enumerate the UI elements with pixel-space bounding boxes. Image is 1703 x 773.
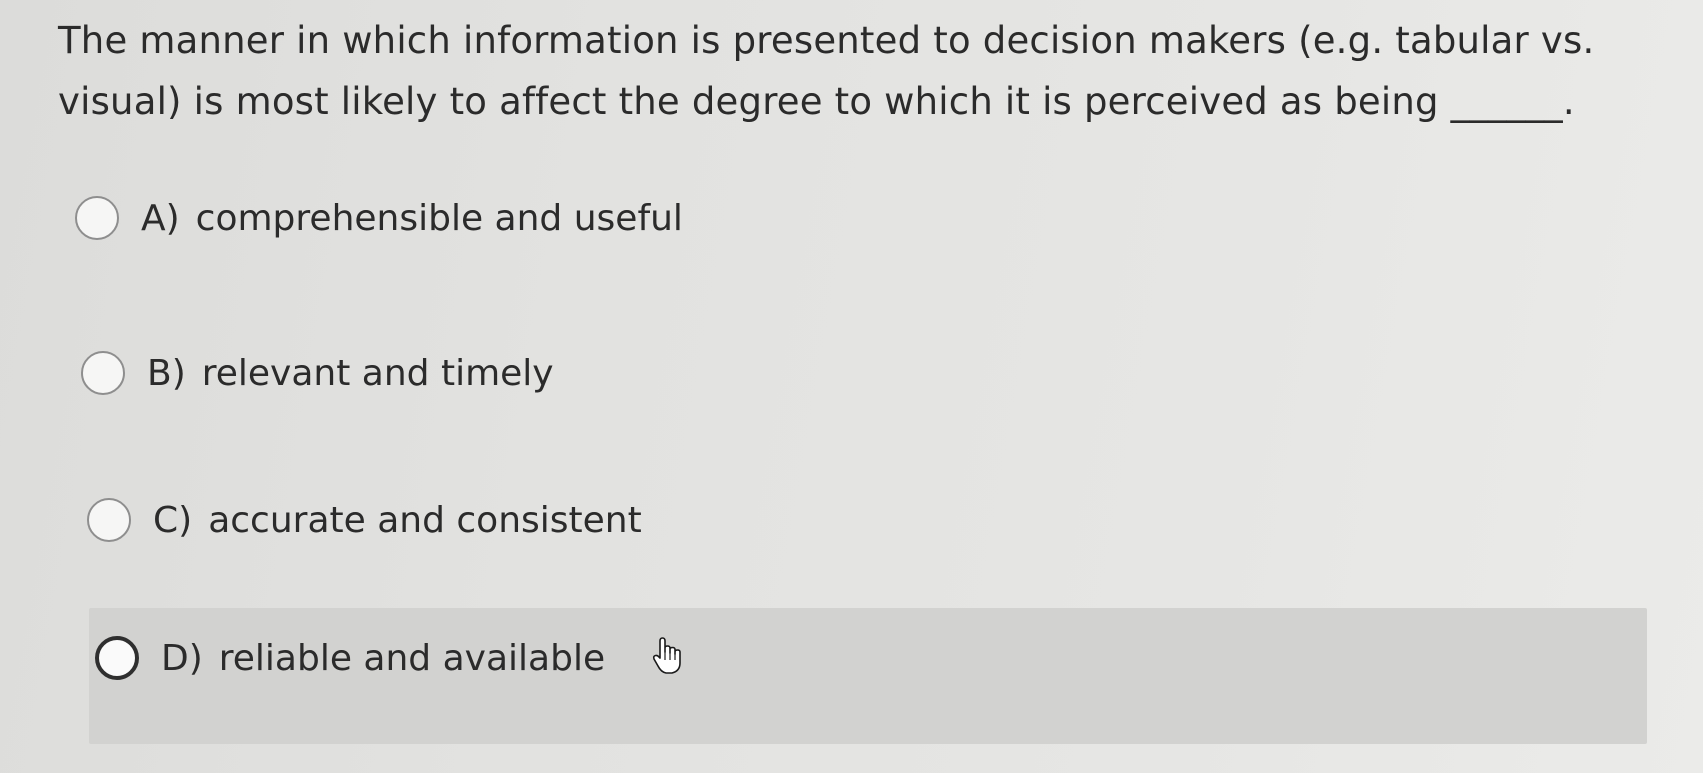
option-letter: A)	[141, 197, 180, 239]
radio-button-icon[interactable]	[87, 498, 131, 542]
radio-button-icon[interactable]	[75, 196, 119, 240]
option-letter: C)	[153, 499, 193, 541]
option-letter: D)	[161, 638, 203, 679]
option-label: reliable and available	[218, 638, 606, 679]
option-b[interactable]: B) relevant and timely	[81, 351, 554, 395]
option-letter: B)	[147, 352, 186, 394]
hand-pointer-icon	[652, 637, 681, 674]
option-label: relevant and timely	[201, 352, 554, 394]
option-a[interactable]: A) comprehensible and useful	[75, 196, 683, 240]
option-label: accurate and consistent	[208, 499, 642, 541]
question-text: The manner in which information is prese…	[58, 19, 1595, 123]
option-label: comprehensible and useful	[195, 197, 683, 239]
option-d[interactable]: D) reliable and available	[89, 608, 1647, 744]
radio-button-icon[interactable]	[81, 351, 125, 395]
radio-button-icon[interactable]	[95, 636, 139, 680]
option-c[interactable]: C) accurate and consistent	[87, 498, 642, 542]
